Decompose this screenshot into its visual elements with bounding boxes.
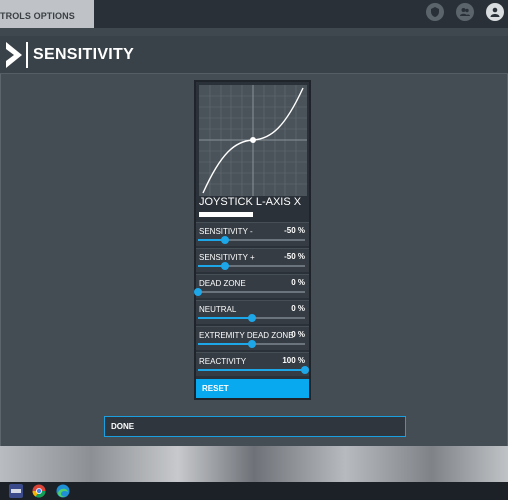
chrome-icon[interactable] (32, 484, 46, 498)
slider-fill (198, 369, 305, 371)
setting-slider[interactable] (198, 366, 309, 374)
back-chevron-icon[interactable] (5, 41, 23, 74)
setting-label: NEUTRAL (199, 305, 237, 314)
header-divider (26, 42, 28, 68)
slider-thumb[interactable] (220, 236, 229, 244)
page-header: SENSITIVITY (0, 36, 508, 74)
slider-thumb[interactable] (220, 262, 229, 270)
setting-row: DEAD ZONE 0 % (194, 274, 309, 298)
setting-value: 0 % (291, 330, 305, 339)
top-bar: TROLS OPTIONS (0, 0, 508, 28)
slider-fill (198, 317, 252, 319)
setting-value: 0 % (291, 304, 305, 313)
setting-row: SENSITIVITY - -50 % (196, 222, 309, 246)
setting-row: SENSITIVITY + -50 % (196, 248, 309, 272)
slider-fill (198, 343, 252, 345)
setting-label: EXTREMITY DEAD ZONE (199, 331, 294, 340)
setting-value: -50 % (284, 252, 305, 261)
setting-slider[interactable] (198, 314, 305, 322)
tab-label: TROLS OPTIONS (0, 11, 75, 21)
setting-label: SENSITIVITY + (199, 253, 255, 262)
sensitivity-curve-graph (199, 85, 307, 196)
setting-row: REACTIVITY 100 % (196, 352, 309, 376)
page-title: SENSITIVITY (33, 46, 135, 63)
people-icon[interactable] (456, 3, 474, 21)
background-strip (0, 446, 508, 482)
setting-slider[interactable] (198, 236, 305, 244)
setting-label: SENSITIVITY - (199, 227, 253, 236)
slider-thumb[interactable] (247, 314, 256, 322)
edge-icon[interactable] (56, 484, 70, 498)
shield-icon[interactable] (426, 3, 444, 21)
slider-thumb[interactable] (194, 288, 202, 296)
setting-label: DEAD ZONE (199, 279, 246, 288)
setting-row: NEUTRAL 0 % (196, 300, 309, 324)
controls-options-tab[interactable]: TROLS OPTIONS (0, 0, 94, 28)
taskbar (0, 482, 508, 500)
axis-title: JOYSTICK L-AXIS X (199, 196, 302, 208)
axis-input-bar (199, 212, 306, 217)
setting-row: EXTREMITY DEAD ZONE 0 % (196, 326, 309, 350)
setting-label: REACTIVITY (199, 357, 247, 366)
flight-sim-icon[interactable] (9, 484, 23, 498)
axis-input-fill (199, 212, 253, 217)
setting-slider[interactable] (194, 288, 305, 296)
setting-slider[interactable] (198, 340, 305, 348)
setting-value: 0 % (291, 278, 305, 287)
setting-value: 100 % (282, 356, 305, 365)
user-icon[interactable] (486, 3, 504, 21)
reset-button[interactable]: RESET (196, 379, 309, 398)
setting-slider[interactable] (198, 262, 305, 270)
setting-value: -50 % (284, 226, 305, 235)
slider-thumb[interactable] (247, 340, 256, 348)
curve-center-point (250, 137, 256, 143)
slider-thumb[interactable] (301, 366, 309, 374)
done-button[interactable]: DONE (104, 416, 406, 437)
